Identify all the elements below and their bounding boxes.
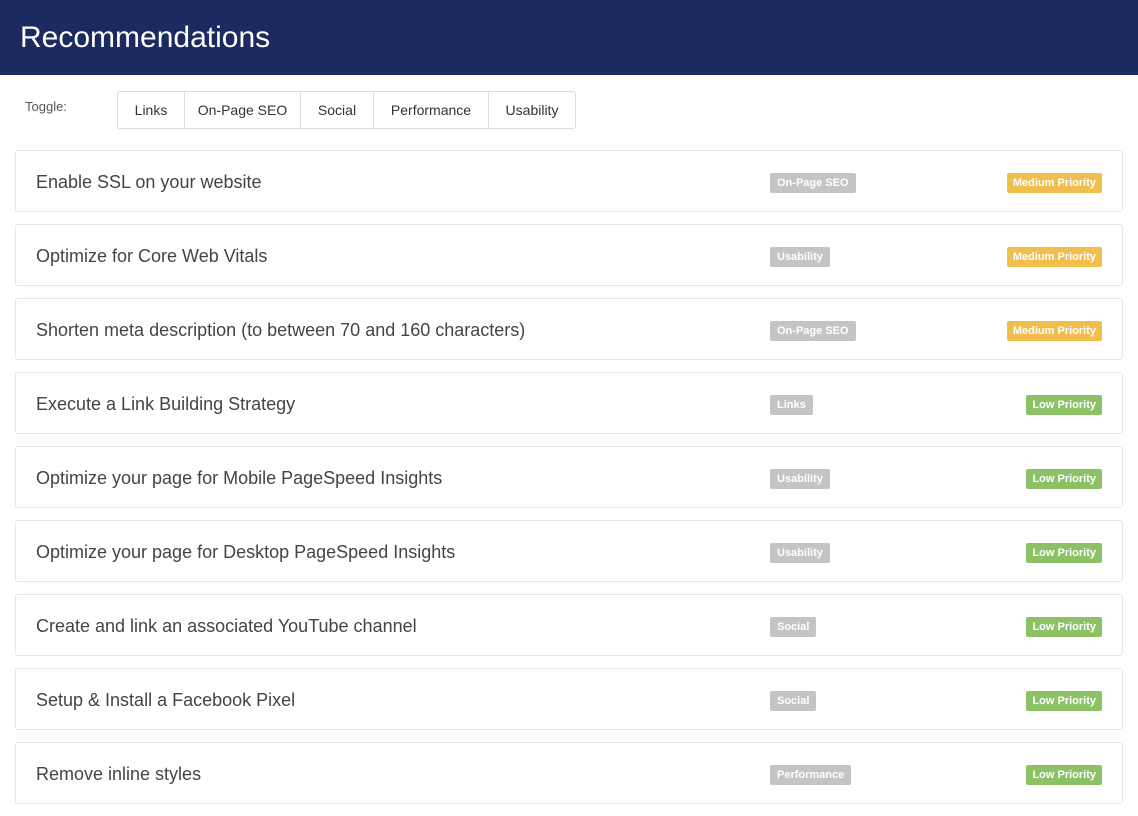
priority-badge: Low Priority [1026,617,1102,637]
page-header: Recommendations [0,0,1138,75]
category-badge: Usability [770,247,830,267]
recommendation-title: Setup & Install a Facebook Pixel [36,690,296,710]
priority-badge: Low Priority [1026,543,1102,563]
recommendation-title: Enable SSL on your website [36,172,262,192]
recommendation-title: Optimize your page for Mobile PageSpeed … [36,468,443,488]
recommendation-row[interactable]: Execute a Link Building Strategy Links L… [15,372,1123,434]
priority-badge: Low Priority [1026,469,1102,489]
toggle-label: Toggle: [25,99,67,114]
page-title: Recommendations [20,21,271,54]
recommendation-row[interactable]: Setup & Install a Facebook Pixel Social … [15,668,1123,730]
category-badge: Performance [770,765,852,785]
recommendation-title: Shorten meta description (to between 70 … [36,320,526,340]
priority-badge: Medium Priority [1006,247,1102,267]
recommendation-list: Enable SSL on your website On-Page SEO M… [15,150,1123,816]
recommendation-row[interactable]: Optimize for Core Web Vitals Usability M… [15,224,1123,286]
category-badge: On-Page SEO [770,173,856,193]
category-badge: Links [770,395,813,415]
recommendation-title: Optimize for Core Web Vitals [36,246,268,266]
recommendation-row[interactable]: Enable SSL on your website On-Page SEO M… [15,150,1123,212]
priority-badge: Medium Priority [1006,173,1102,193]
recommendation-row[interactable]: Shorten meta description (to between 70 … [15,298,1123,360]
category-badge: On-Page SEO [770,321,856,341]
category-badge: Usability [770,543,830,563]
category-badge: Usability [770,469,830,489]
toggle-links-button[interactable]: Links [117,91,185,129]
recommendation-row[interactable]: Optimize your page for Mobile PageSpeed … [15,446,1123,508]
toggle-usability-button[interactable]: Usability [488,91,576,129]
recommendation-row[interactable]: Create and link an associated YouTube ch… [15,594,1123,656]
recommendation-row[interactable]: Optimize your page for Desktop PageSpeed… [15,520,1123,582]
recommendation-title: Execute a Link Building Strategy [36,394,296,414]
priority-badge: Low Priority [1026,691,1102,711]
category-toggle-group: Links On-Page SEO Social Performance Usa… [117,91,576,129]
recommendation-title: Create and link an associated YouTube ch… [36,616,417,636]
priority-badge: Medium Priority [1006,321,1102,341]
toggle-on-page-seo-button[interactable]: On-Page SEO [184,91,301,129]
recommendation-title: Remove inline styles [36,764,202,784]
toggle-performance-button[interactable]: Performance [373,91,489,129]
category-badge: Social [770,691,817,711]
priority-badge: Low Priority [1026,765,1102,785]
recommendation-row[interactable]: Remove inline styles Performance Low Pri… [15,742,1123,804]
category-badge: Social [770,617,817,637]
toggle-social-button[interactable]: Social [300,91,374,129]
priority-badge: Low Priority [1026,395,1102,415]
recommendation-title: Optimize your page for Desktop PageSpeed… [36,542,456,562]
